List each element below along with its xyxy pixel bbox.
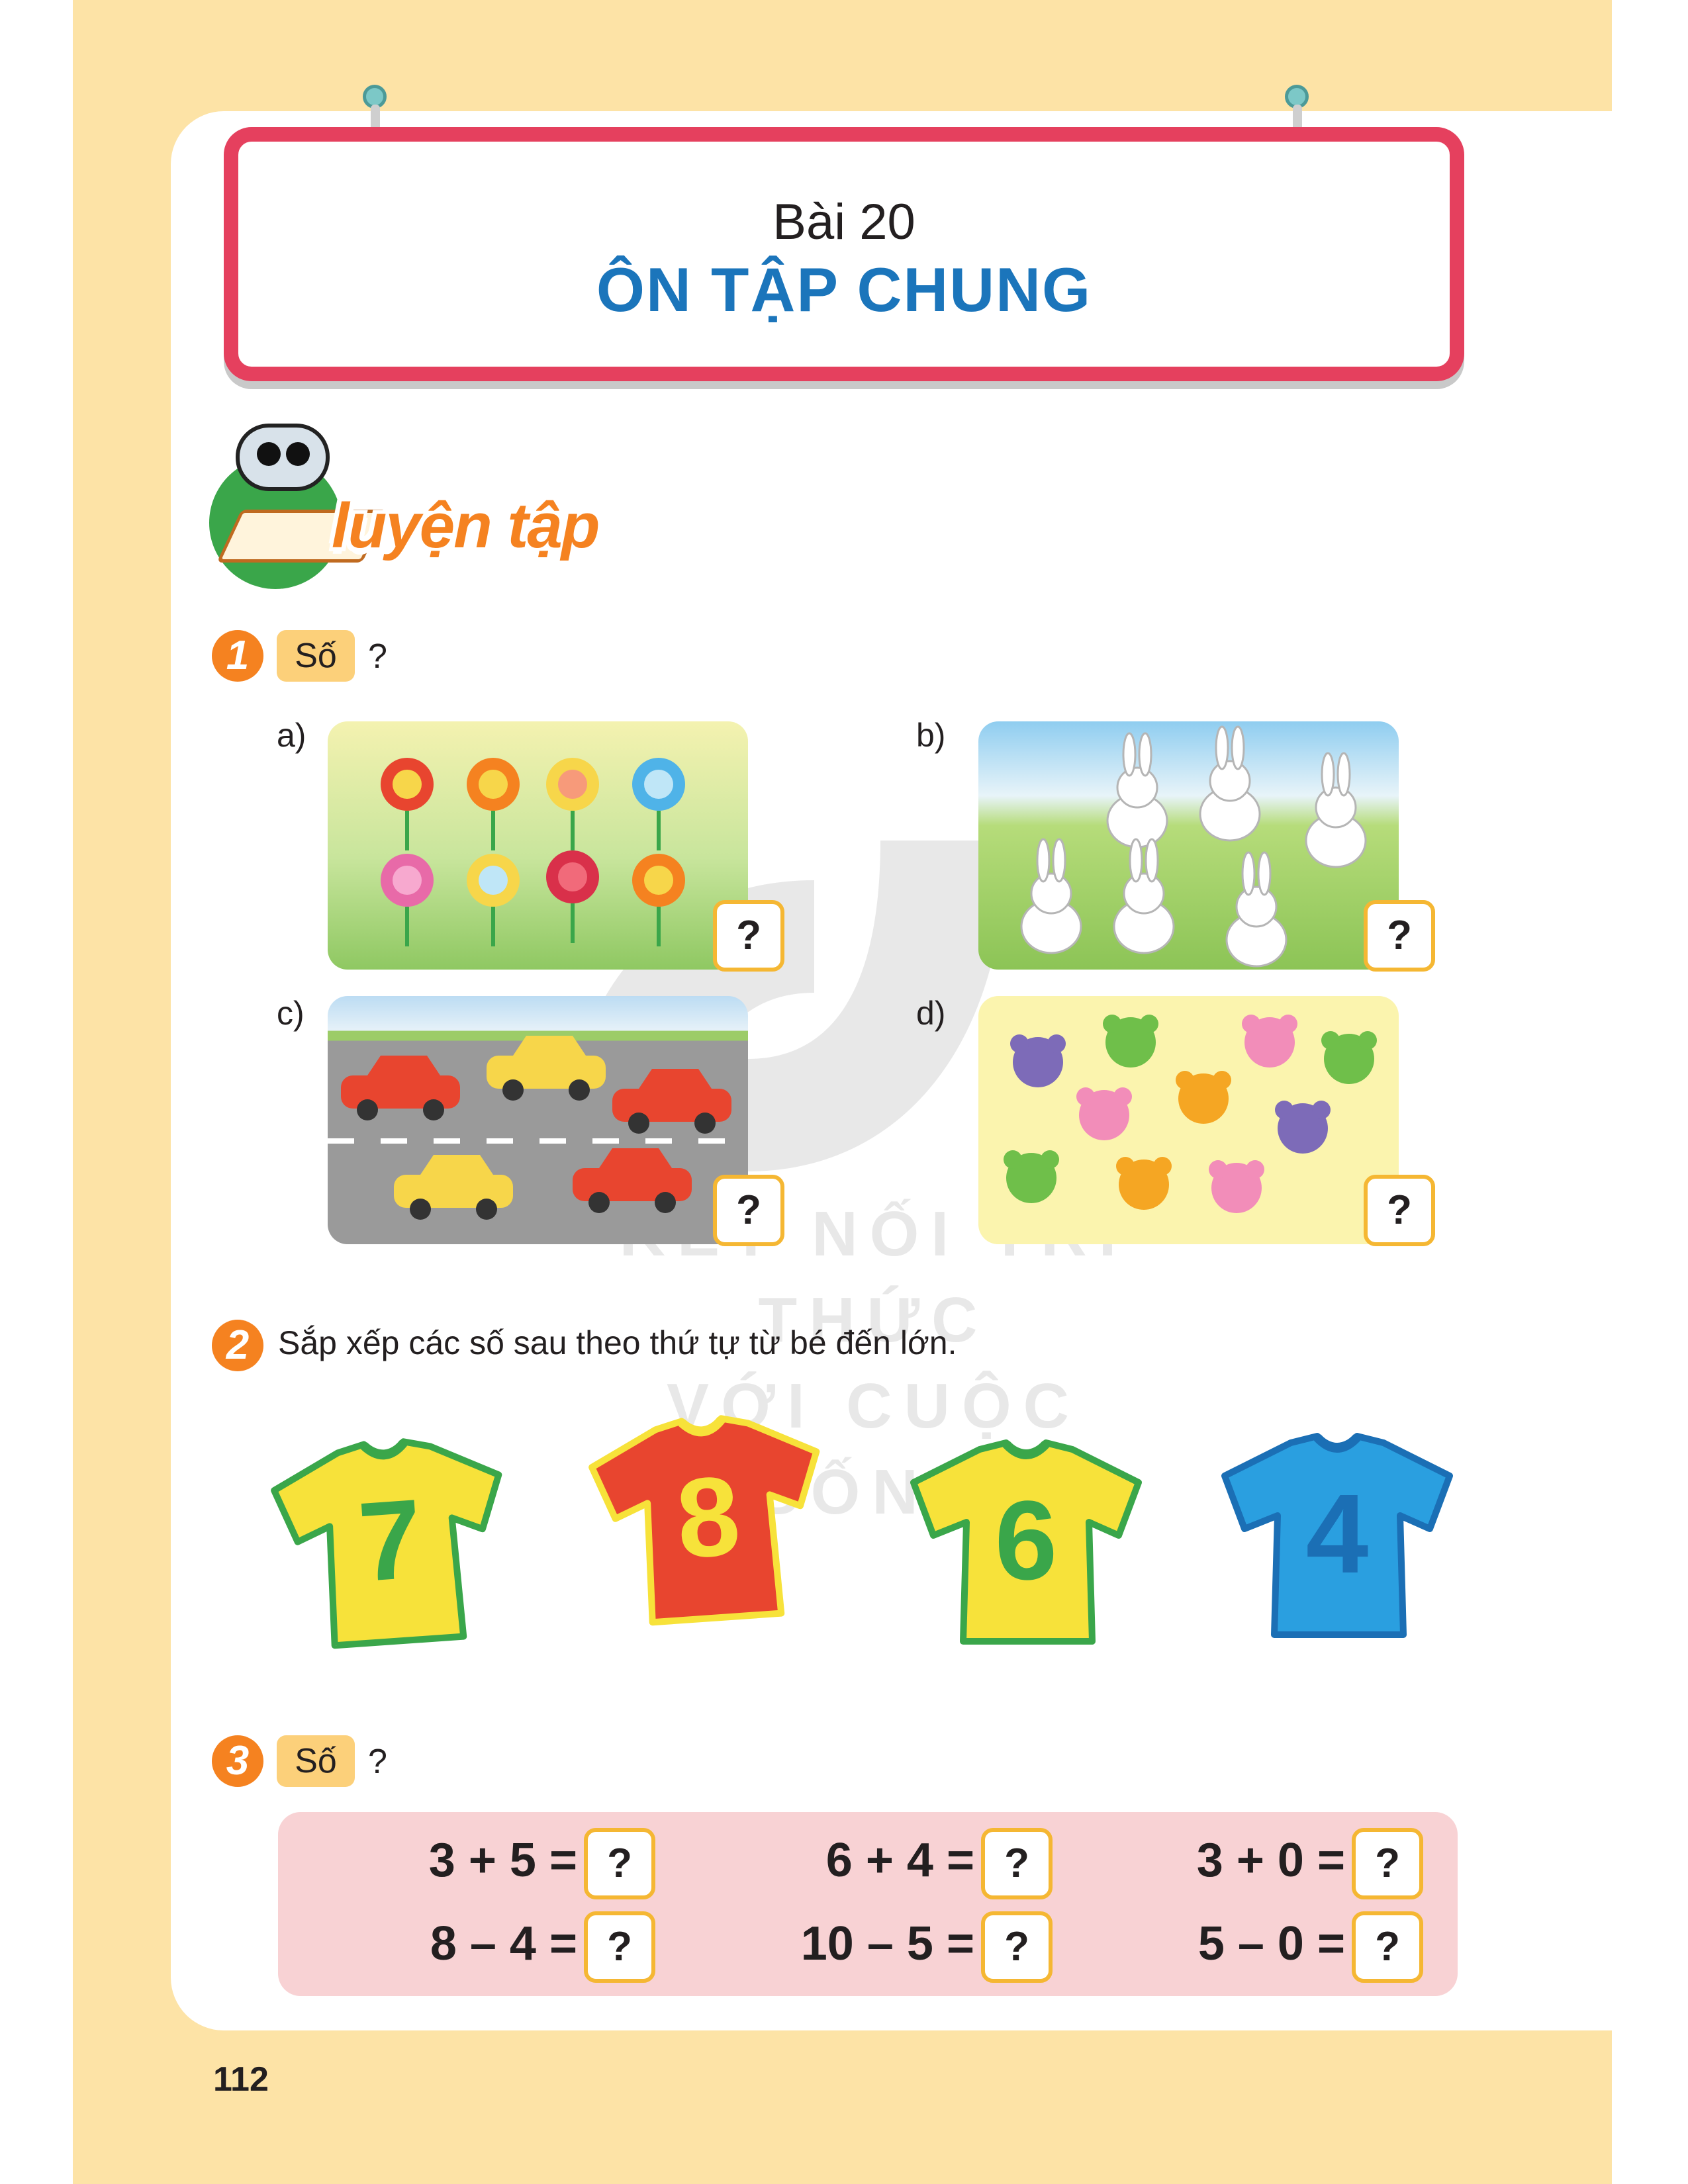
lesson-banner: Bài 20 ÔN TẬP CHUNG	[224, 127, 1464, 381]
answer-box-c[interactable]: ?	[713, 1175, 784, 1246]
shirt-1: 7	[264, 1428, 516, 1656]
exercise-1-number: 1	[212, 630, 263, 682]
equation-6: 5 – 0 =?	[1139, 1911, 1423, 1983]
exercise-2-number: 2	[212, 1320, 263, 1371]
equation-expression: 8 – 4 =	[430, 1917, 577, 1970]
teddy-bear-icon	[1004, 1015, 1377, 1213]
equation-answer-box[interactable]: ?	[1352, 1828, 1423, 1899]
teddy-bears-picture	[978, 996, 1399, 1244]
answer-box-d[interactable]: ?	[1364, 1175, 1435, 1246]
rabbits-picture	[978, 721, 1399, 970]
equation-expression: 3 + 0 =	[1196, 1834, 1345, 1887]
equation-4: 8 – 4 =?	[371, 1911, 655, 1983]
shirt-4: 4	[1218, 1430, 1456, 1641]
shirt-number: 7	[355, 1475, 426, 1606]
flower-icon	[381, 758, 685, 946]
exercise-1-prompt: Số	[277, 630, 355, 682]
answer-box-b[interactable]: ?	[1364, 900, 1435, 972]
practice-label: luyện tập	[332, 490, 600, 561]
equation-answer-box[interactable]: ?	[584, 1911, 655, 1983]
equation-expression: 10 – 5 =	[800, 1917, 974, 1970]
equation-expression: 6 + 4 =	[825, 1834, 974, 1887]
answer-box-a[interactable]: ?	[713, 900, 784, 972]
exercise-3-prompt: Số	[277, 1735, 355, 1787]
exercise-2-instruction: Sắp xếp các số sau theo thứ tự từ bé đến…	[278, 1324, 957, 1361]
exercise-3-number: 3	[212, 1735, 263, 1787]
shirt-2: 8	[582, 1405, 834, 1633]
equation-answer-box[interactable]: ?	[584, 1828, 655, 1899]
page-number: 112	[213, 2060, 269, 2099]
practice-badge: luyện tập	[209, 410, 633, 589]
shirt-number: 6	[994, 1478, 1058, 1604]
part-b-label: b)	[916, 717, 946, 754]
equation-2: 6 + 4 =?	[768, 1828, 1053, 1899]
shirt-3: 6	[907, 1436, 1145, 1648]
lesson-title: ÔN TẬP CHUNG	[596, 255, 1092, 324]
part-a-label: a)	[277, 717, 306, 754]
equation-1: 3 + 5 =?	[371, 1828, 655, 1899]
part-c-label: c)	[277, 995, 305, 1032]
equation-expression: 3 + 5 =	[428, 1834, 577, 1887]
cars-picture	[328, 996, 748, 1244]
exercise-1-question-mark: ?	[368, 637, 387, 676]
exercise-3-question-mark: ?	[368, 1743, 387, 1781]
flowers-picture	[328, 721, 748, 970]
equation-3: 3 + 0 =?	[1139, 1828, 1423, 1899]
shirt-number: 8	[673, 1452, 744, 1583]
equation-expression: 5 – 0 =	[1197, 1917, 1345, 1970]
car-icon	[341, 1036, 731, 1220]
equation-answer-box[interactable]: ?	[1352, 1911, 1423, 1983]
equation-5: 10 – 5 =?	[768, 1911, 1053, 1983]
robot-mascot-icon	[236, 424, 330, 491]
part-d-label: d)	[916, 995, 946, 1032]
equation-answer-box[interactable]: ?	[981, 1911, 1053, 1983]
shirt-number: 4	[1305, 1471, 1369, 1597]
equation-answer-box[interactable]: ?	[981, 1828, 1053, 1899]
lesson-number: Bài 20	[773, 194, 915, 250]
rabbit-icon	[1020, 725, 1367, 968]
